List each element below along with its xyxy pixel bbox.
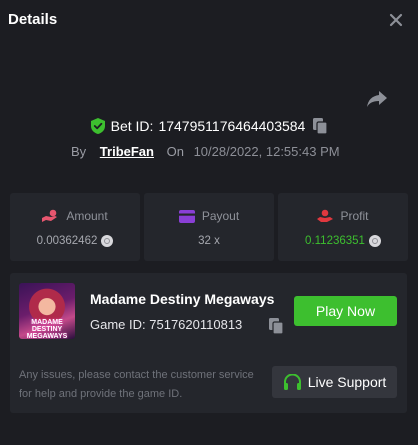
amount-label: Amount [66, 209, 108, 223]
close-icon[interactable] [388, 12, 404, 28]
hand-coin-icon [42, 209, 58, 222]
payout-label: Payout [201, 209, 240, 223]
amount-value: 0.00362462 [36, 235, 98, 247]
copy-game-id-icon[interactable] [269, 318, 283, 334]
game-card: MADAME DESTINY MEGAWAYS Madame Destiny M… [10, 273, 407, 413]
by-label: By [71, 144, 87, 159]
play-now-button[interactable]: Play Now [294, 296, 397, 326]
game-name: Madame Destiny Megaways [90, 291, 275, 307]
game-id-row: Game ID: 7517620110813 [90, 317, 242, 332]
bet-id-row: Bet ID: 1747951176464403584 [0, 116, 418, 136]
amount-stat: Amount 0.00362462 [10, 193, 140, 261]
game-thumbnail[interactable]: MADAME DESTINY MEGAWAYS [19, 283, 75, 339]
profit-stat: Profit 0.11236351 [278, 193, 408, 261]
verified-shield-icon [90, 118, 105, 134]
bet-datetime: 10/28/2022, 12:55:43 PM [193, 144, 340, 159]
game-id-value: 7517620110813 [149, 317, 243, 332]
on-label: On [166, 144, 184, 159]
payout-stat: Payout 32 x [144, 193, 274, 261]
live-support-label: Live Support [307, 374, 387, 390]
litecoin-icon [368, 235, 381, 247]
bet-id-value: 1747951176464403584 [158, 118, 306, 134]
copy-bet-id-icon[interactable] [313, 118, 328, 134]
profit-icon [317, 209, 334, 222]
profit-label: Profit [340, 209, 369, 223]
game-id-label: Game ID: [90, 317, 146, 332]
page-title: Details [8, 11, 58, 28]
share-icon[interactable] [366, 88, 388, 108]
payout-value: 32 x [198, 235, 220, 247]
live-support-button[interactable]: Live Support [272, 366, 397, 398]
details-header: Details [0, 0, 418, 40]
headset-icon [283, 373, 301, 390]
game-thumbnail-logo: MADAME DESTINY MEGAWAYS [26, 319, 68, 339]
bet-id-label: Bet ID: [110, 118, 154, 134]
help-text: Any issues, please contact the customer … [19, 369, 254, 400]
bet-author-row: By TribeFan On 10/28/2022, 12:55:43 PM [71, 144, 340, 159]
litecoin-icon [101, 235, 114, 247]
card-icon [178, 209, 195, 223]
user-link[interactable]: TribeFan [100, 144, 154, 159]
profit-value: 0.11236351 [305, 235, 365, 247]
